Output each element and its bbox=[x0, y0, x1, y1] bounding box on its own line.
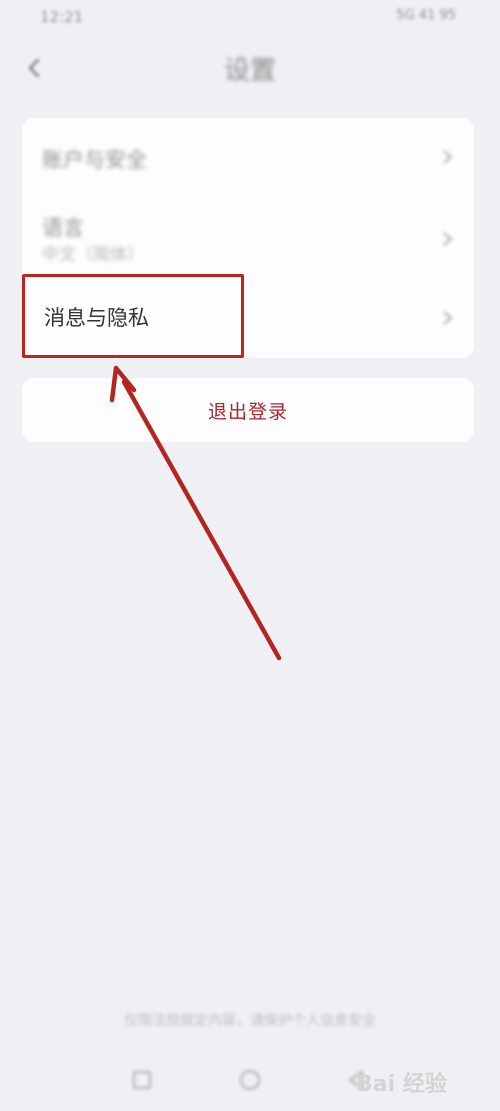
circle-icon[interactable] bbox=[236, 1066, 264, 1098]
footer-note: 仅限法规规定内容，请保护个人信息安全 bbox=[124, 1013, 376, 1029]
watermark: Bai 经验 bbox=[356, 1072, 447, 1097]
square-icon[interactable] bbox=[128, 1066, 156, 1098]
annotation-arrow bbox=[109, 365, 282, 661]
